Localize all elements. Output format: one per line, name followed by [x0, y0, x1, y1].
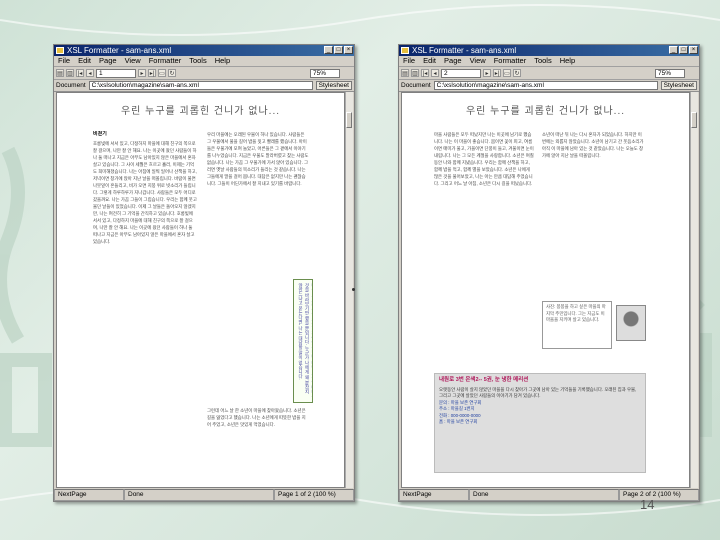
menu-formatter[interactable]: Formatter: [149, 56, 182, 66]
menu-help[interactable]: Help: [560, 56, 575, 66]
window-title: XSL Formatter - sam-ans.xml: [67, 46, 172, 55]
status-page-info: Page 2 of 2 (100 %): [619, 489, 699, 501]
minimize-button[interactable]: _: [669, 46, 678, 54]
toolbar: ▤ ▥ |◂ ◂ 1 ▸ ▸| ▭ ↻ 75%: [54, 67, 354, 80]
refresh-icon[interactable]: ↻: [513, 69, 521, 77]
article-column-2: 우리 마을에는 오래된 우물이 하나 있습니다. 사람들은 그 우물에서 물을 …: [207, 131, 309, 273]
page-heading: 우린 누구를 괴롭힌 건니가 없나...: [465, 106, 626, 117]
stylesheet-button[interactable]: Stylesheet: [660, 81, 697, 90]
info-box-list-item: 홈 : 마을 보존 연구회: [439, 419, 478, 424]
article-column-1: 비걷기 호롱빛에 서서 있고, 다정하지 마을에 대해 친구의 쪽으로 잘 걸으…: [93, 131, 197, 469]
xsl-formatter-window-left: XSL Formatter - sam-ans.xml _ □ × File E…: [53, 44, 355, 502]
page-number-input[interactable]: 1: [96, 68, 136, 78]
page-heading: 우린 누구를 괴롭힌 건니가 없나...: [120, 106, 281, 117]
app-icon: [401, 47, 409, 54]
scroll-thumb[interactable]: [691, 112, 697, 128]
status-page-info: Page 1 of 2 (100 %): [274, 489, 354, 501]
maximize-button[interactable]: □: [679, 46, 688, 54]
status-next-page: NextPage: [399, 489, 469, 501]
article-text: 마을 사람들은 모두 떠났지만 나는 이곳에 남기로 했습니다. 나는 이 마을…: [434, 132, 534, 186]
menu-bar: File Edit Page View Formatter Tools Help: [54, 56, 354, 67]
status-next-page: NextPage: [54, 489, 124, 501]
zoom-select[interactable]: 75%: [655, 68, 685, 78]
menu-bar: File Edit Page View Formatter Tools Help: [399, 56, 699, 67]
article-text: 호롱빛에 서서 있고, 다정하지 마을에 대해 친구의 쪽으로 잘 걸으며, 나…: [93, 141, 197, 244]
fit-icon[interactable]: ▭: [503, 69, 511, 77]
scroll-thumb[interactable]: [346, 112, 352, 128]
photo-caption: 사진: 봉봉을 하고 싶은 마을의 마지막 주민입니다. 그는 지금도 이 마을…: [542, 301, 612, 349]
title-bar[interactable]: XSL Formatter - sam-ans.xml _ □ ×: [399, 45, 699, 56]
menu-tools[interactable]: Tools: [534, 56, 552, 66]
info-box: 내원로 3번 은색2-- 5권, 눈 냉한 메리션 오랫동안 사람이 살지 않았…: [434, 373, 646, 473]
vertical-scrollbar[interactable]: [690, 92, 698, 488]
address-bar: Document C:\xslsolution\magazine\sam-ans…: [54, 80, 354, 92]
menu-view[interactable]: View: [470, 56, 486, 66]
xsl-formatter-window-right: XSL Formatter - sam-ans.xml _ □ × File E…: [398, 44, 700, 502]
menu-edit[interactable]: Edit: [423, 56, 436, 66]
minimize-button[interactable]: _: [324, 46, 333, 54]
menu-tools[interactable]: Tools: [189, 56, 207, 66]
stylesheet-button[interactable]: Stylesheet: [315, 81, 352, 90]
close-button[interactable]: ×: [344, 46, 353, 54]
address-bar: Document C:\xslsolution\magazine\sam-ans…: [399, 80, 699, 92]
info-box-title: 내원로 3번 은색2-- 5권, 눈 냉한 메리션: [439, 377, 529, 383]
article-column-2b: 그런데 어느 날 한 소년이 마을에 찾아왔습니다. 소년은 길을 잃었다고 했…: [207, 407, 309, 467]
app-icon: [56, 47, 64, 54]
maximize-button[interactable]: □: [334, 46, 343, 54]
next-page-icon[interactable]: ▸: [138, 69, 146, 77]
document-view[interactable]: 우린 누구를 괴롭힌 건니가 없나... 비걷기 호롱빛에 서서 있고, 다정하…: [56, 92, 345, 488]
menu-page[interactable]: Page: [444, 56, 462, 66]
zoom-select[interactable]: 75%: [310, 68, 340, 78]
address-input[interactable]: C:\xslsolution\magazine\sam-ans.xml: [433, 81, 658, 90]
print-icon[interactable]: ▥: [66, 69, 74, 77]
menu-file[interactable]: File: [403, 56, 415, 66]
portrait-photo: [616, 305, 646, 341]
last-page-icon[interactable]: ▸|: [493, 69, 501, 77]
address-input[interactable]: C:\xslsolution\magazine\sam-ans.xml: [88, 81, 313, 90]
address-label: Document: [56, 82, 86, 89]
prev-page-icon[interactable]: ◂: [431, 69, 439, 77]
document-view[interactable]: 우린 누구를 괴롭힌 건니가 없나... 마을 사람들은 모두 떠났지만 나는 …: [401, 92, 690, 488]
status-bar: NextPage Done Page 1 of 2 (100 %): [54, 489, 354, 501]
window-title: XSL Formatter - sam-ans.xml: [412, 46, 517, 55]
first-page-icon[interactable]: |◂: [421, 69, 429, 77]
toolbar: ▤ ▥ |◂ ◂ 2 ▸ ▸| ▭ ↻ 75%: [399, 67, 699, 80]
fit-icon[interactable]: ▭: [158, 69, 166, 77]
article-text: 그런데 어느 날 한 소년이 마을에 찾아왔습니다. 소년은 길을 잃었다고 했…: [207, 408, 306, 427]
vertical-sidebar-box: 나는 그 사람들을 괴롭히지 않았습니다. 다만 그들이 떠나는 것을 바라보기…: [293, 279, 313, 403]
address-label: Document: [401, 82, 431, 89]
page-number-input[interactable]: 2: [441, 68, 481, 78]
article-text: 소년이 떠난 뒤 나는 다시 혼자가 되었습니다. 하지만 이번에는 외롭지 않…: [542, 132, 644, 158]
article-text: 우리 마을에는 오래된 우물이 하나 있습니다. 사람들은 그 우물에서 물을 …: [207, 132, 309, 186]
sidebar-text: 나는 그 사람들을 괴롭히지 않았습니다. 다만 그들이 떠나는 것을 바라보기…: [298, 283, 313, 398]
info-box-body: 오랫동안 사람이 살지 않았던 마을을 다시 찾아가 그곳에 남아 있는 기억들…: [439, 386, 637, 399]
menu-help[interactable]: Help: [215, 56, 230, 66]
menu-view[interactable]: View: [125, 56, 141, 66]
status-state: Done: [469, 489, 619, 501]
print-icon[interactable]: ▥: [411, 69, 419, 77]
menu-page[interactable]: Page: [99, 56, 117, 66]
menu-file[interactable]: File: [58, 56, 70, 66]
menu-edit[interactable]: Edit: [78, 56, 91, 66]
article-column-1: 마을 사람들은 모두 떠났지만 나는 이곳에 남기로 했습니다. 나는 이 마을…: [434, 131, 534, 355]
open-icon[interactable]: ▤: [56, 69, 64, 77]
prev-page-icon[interactable]: ◂: [86, 69, 94, 77]
article-column-2: 소년이 떠난 뒤 나는 다시 혼자가 되었습니다. 하지만 이번에는 외롭지 않…: [542, 131, 644, 281]
status-state: Done: [124, 489, 274, 501]
article-subtitle: 비걷기: [93, 131, 107, 137]
open-icon[interactable]: ▤: [401, 69, 409, 77]
menu-formatter[interactable]: Formatter: [494, 56, 527, 66]
title-bar[interactable]: XSL Formatter - sam-ans.xml _ □ ×: [54, 45, 354, 56]
next-page-icon[interactable]: ▸: [483, 69, 491, 77]
bullet-marker: [352, 288, 355, 291]
close-button[interactable]: ×: [689, 46, 698, 54]
refresh-icon[interactable]: ↻: [168, 69, 176, 77]
slide-page-number: 14: [640, 497, 655, 512]
first-page-icon[interactable]: |◂: [76, 69, 84, 77]
last-page-icon[interactable]: ▸|: [148, 69, 156, 77]
